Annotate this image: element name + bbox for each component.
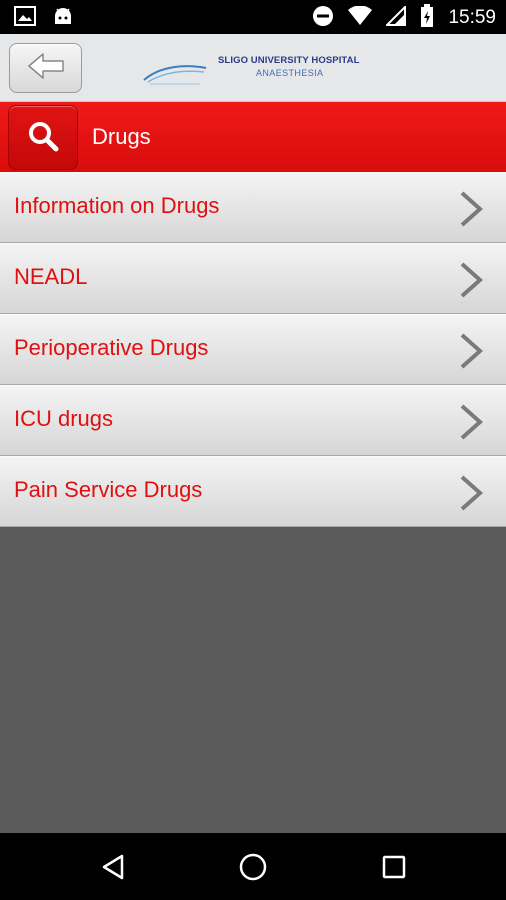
logo-title: SLIGO UNIVERSITY HOSPITAL [218,55,360,66]
wifi-icon [348,5,373,30]
chevron-right-icon [460,262,484,298]
nav-back-button[interactable] [96,850,130,884]
list-item-perioperative-drugs[interactable]: Perioperative Drugs [0,314,506,385]
page-title: Drugs [92,124,151,149]
list-item-label: ICU drugs [14,406,114,431]
do-not-disturb-icon [312,5,334,31]
search-icon [27,120,59,156]
chevron-right-icon [460,191,484,227]
home-circle-icon [239,853,267,881]
nav-home-button[interactable] [236,850,270,884]
system-nav-bar [0,833,506,900]
search-button[interactable] [8,105,78,170]
list-item-pain-service-drugs[interactable]: Pain Service Drugs [0,456,506,527]
status-bar: 15:59 [0,0,506,34]
clock-time: 15:59 [448,7,496,28]
recents-square-icon [382,855,406,879]
logo-subtitle: ANAESTHESIA [256,68,324,78]
arrow-left-icon [26,52,66,84]
signal-icon [385,4,407,30]
list-item-label: NEADL [14,264,88,289]
battery-icon [420,4,434,32]
chevron-right-icon [460,404,484,440]
android-icon [52,6,74,30]
drugs-menu-list: Information on Drugs NEADL Perioperative… [0,172,506,527]
list-item-icu-drugs[interactable]: ICU drugs [0,385,506,456]
list-item-label: Perioperative Drugs [14,335,209,360]
hospital-logo: SLIGO UNIVERSITY HOSPITAL ANAESTHESIA [140,48,370,88]
list-item-neadl[interactable]: NEADL [0,243,506,314]
back-triangle-icon [102,854,124,880]
nav-recents-button[interactable] [377,850,411,884]
back-button[interactable] [9,43,82,93]
logo-swoosh-icon [143,65,207,85]
chevron-right-icon [460,333,484,369]
chevron-right-icon [460,475,484,511]
title-bar: Drugs [0,102,506,172]
image-icon [14,6,36,30]
list-item-information-on-drugs[interactable]: Information on Drugs [0,172,506,243]
app-header: SLIGO UNIVERSITY HOSPITAL ANAESTHESIA [0,34,506,102]
list-item-label: Information on Drugs [14,193,220,218]
list-item-label: Pain Service Drugs [14,477,203,502]
